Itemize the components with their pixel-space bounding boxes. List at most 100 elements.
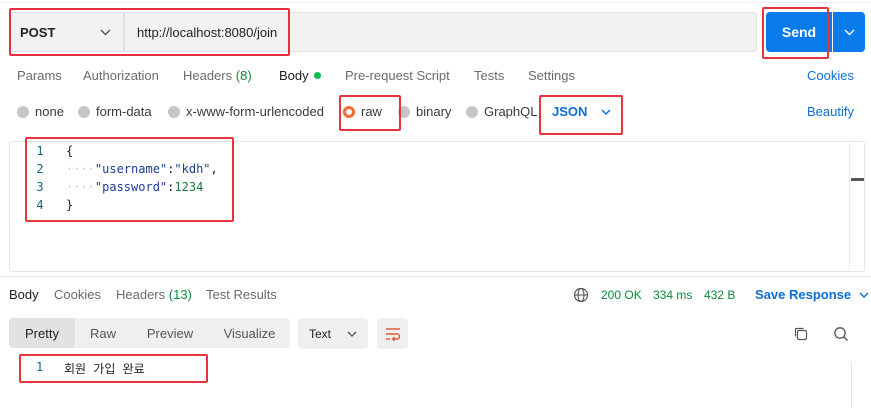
method-label: POST	[20, 24, 56, 40]
format-label: JSON	[552, 104, 588, 119]
json-value: "kdh"	[174, 162, 211, 176]
view-mode-visualize[interactable]: Visualize	[209, 318, 290, 348]
radio-circle	[466, 105, 478, 118]
tab-authorization[interactable]: Authorization	[83, 68, 159, 83]
url-text: http://localhost:8080/join	[137, 24, 278, 40]
tab-count: (13)	[168, 287, 192, 302]
line-number: 1	[36, 360, 44, 374]
beautify-label: Beautify	[807, 104, 854, 119]
radio-label: GraphQL	[484, 104, 538, 119]
response-body-line: 1 회원 가입 완료	[36, 360, 145, 377]
tab-tests[interactable]: Tests	[474, 68, 504, 83]
response-tab-body[interactable]: Body	[9, 287, 39, 302]
code-line: 2 ····"username":"kdh",	[10, 160, 850, 178]
response-tab-cookies[interactable]: Cookies	[54, 287, 101, 302]
tab-label: Body	[279, 68, 309, 83]
cookies-label: Cookies	[807, 68, 854, 83]
json-key: "username"	[94, 162, 168, 176]
tab-pre-request-script[interactable]: Pre-request Script	[345, 68, 450, 83]
radio-binary[interactable]: binary	[398, 104, 451, 119]
radio-circle-selected	[343, 105, 355, 118]
tab-headers[interactable]: Headers (8)	[183, 68, 252, 83]
tab-count: (8)	[235, 68, 252, 83]
wrap-lines-button[interactable]	[377, 318, 408, 349]
line-number: 4	[36, 198, 44, 212]
radio-form-data[interactable]: form-data	[78, 104, 152, 119]
method-select[interactable]: POST	[9, 12, 124, 52]
send-label: Send	[781, 24, 817, 40]
view-mode-raw[interactable]: Raw	[75, 318, 131, 348]
tab-label: Pre-request Script	[345, 68, 450, 83]
view-mode-preview[interactable]: Preview	[131, 318, 209, 348]
editor-scrollbar-thumb[interactable]	[851, 178, 864, 181]
radio-x-www-form-urlencoded[interactable]: x-www-form-urlencoded	[168, 104, 324, 119]
json-trail: ,	[210, 162, 218, 176]
view-mode-pretty[interactable]: Pretty	[9, 318, 75, 348]
radio-label: none	[35, 104, 64, 119]
status-code[interactable]: 200 OK	[601, 288, 642, 302]
send-button[interactable]: Send	[766, 12, 832, 52]
response-tab-headers[interactable]: Headers (13)	[116, 287, 192, 302]
view-mode-label: Pretty	[25, 325, 59, 341]
radio-label: x-www-form-urlencoded	[186, 104, 324, 119]
radio-raw[interactable]: raw	[343, 104, 382, 119]
response-text: 회원 가입 완료	[64, 362, 145, 376]
tab-label: Body	[9, 287, 39, 302]
tab-params[interactable]: Params	[17, 68, 62, 83]
tab-label: Headers	[116, 287, 166, 302]
view-mode-label: Preview	[146, 325, 194, 341]
radio-label: raw	[361, 104, 382, 119]
response-time[interactable]: 334 ms	[653, 288, 692, 302]
search-icon[interactable]	[833, 326, 849, 342]
indent-dots: ····	[66, 162, 95, 176]
radio-circle	[17, 105, 29, 118]
response-scrollbar[interactable]	[851, 362, 852, 408]
chevron-down-icon	[601, 109, 611, 115]
response-format-select[interactable]: Text	[298, 318, 368, 349]
url-input[interactable]: http://localhost:8080/join	[124, 12, 757, 52]
code-line: 4 }	[10, 196, 850, 214]
chevron-down-icon	[844, 29, 854, 35]
send-dropdown-button[interactable]	[833, 12, 865, 52]
radio-none[interactable]: none	[17, 104, 64, 119]
chevron-down-icon	[859, 292, 869, 298]
line-number: 3	[36, 180, 44, 194]
json-value: 1234	[174, 180, 204, 194]
cookies-link[interactable]: Cookies	[807, 68, 854, 83]
view-mode-label: Visualize	[223, 325, 276, 341]
save-response-label: Save Response	[755, 287, 852, 302]
code-text: ····"password":1234	[56, 180, 203, 194]
top-border	[0, 2, 871, 3]
chevron-down-icon	[347, 331, 357, 337]
code-text: {	[66, 144, 74, 158]
modified-dot-icon	[313, 72, 321, 79]
radio-graphql[interactable]: GraphQL	[466, 104, 537, 119]
response-size[interactable]: 432 B	[704, 288, 735, 302]
radio-circle	[398, 105, 410, 118]
wrap-lines-icon	[385, 327, 400, 341]
format-select[interactable]: JSON	[552, 104, 611, 119]
tab-label: Params	[17, 68, 62, 83]
radio-circle	[168, 105, 180, 118]
code-text: }	[66, 198, 74, 212]
response-format-label: Text	[309, 326, 332, 341]
tab-body[interactable]: Body	[279, 68, 321, 83]
tab-label: Settings	[528, 68, 575, 83]
tab-label: Test Results	[206, 287, 277, 302]
tab-settings[interactable]: Settings	[528, 68, 575, 83]
copy-icon[interactable]	[793, 326, 809, 342]
body-editor[interactable]: 1 { 2 ····"username":"kdh", 3 ····"passw…	[9, 141, 865, 272]
response-tab-test-results[interactable]: Test Results	[206, 287, 277, 302]
editor-scrollbar[interactable]	[849, 143, 863, 270]
code-text: ····"username":"kdh",	[56, 162, 218, 176]
radio-label: binary	[416, 104, 452, 119]
pane-divider[interactable]	[0, 276, 871, 277]
code-line: 1 {	[10, 142, 850, 160]
globe-icon[interactable]	[573, 287, 589, 303]
beautify-link[interactable]: Beautify	[807, 104, 854, 119]
save-response-button[interactable]: Save Response	[755, 287, 869, 302]
view-mode-label: Raw	[89, 325, 116, 341]
json-key: "password"	[94, 180, 168, 194]
line-number: 2	[36, 162, 44, 176]
radio-label: form-data	[96, 104, 152, 119]
